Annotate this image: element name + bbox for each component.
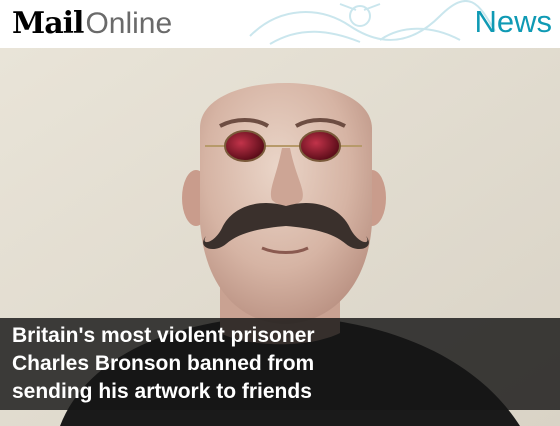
section-label[interactable]: News bbox=[474, 4, 552, 40]
logo-mail-text: Mail bbox=[12, 6, 84, 41]
logo-online-text: Online bbox=[85, 7, 173, 40]
coat-of-arms-icon bbox=[249, 0, 496, 45]
article-headline[interactable]: Britain's most violent prisoner Charles … bbox=[12, 322, 392, 406]
site-header: Mail Online News bbox=[0, 0, 560, 48]
site-logo[interactable]: Mail Online bbox=[12, 6, 172, 41]
